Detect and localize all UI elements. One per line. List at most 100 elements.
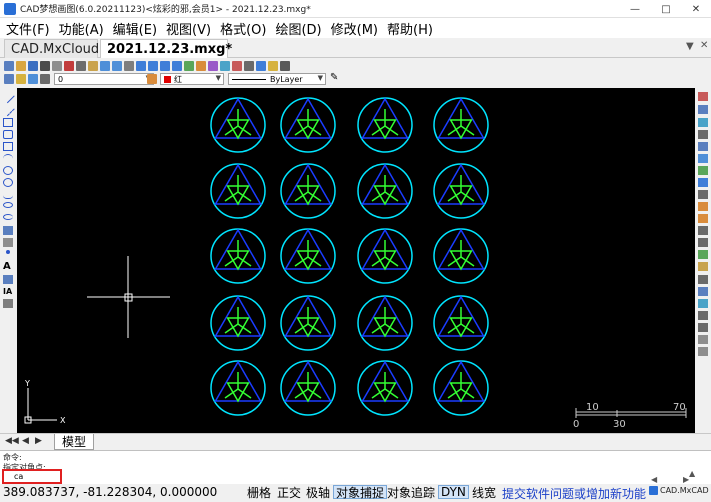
drawing-symbol[interactable] [210,163,266,219]
mirror-icon[interactable] [698,118,708,127]
redo-icon[interactable] [112,60,122,71]
scroll-left-icon[interactable]: ◀ [651,475,657,484]
scale-icon[interactable] [698,178,708,187]
polyline-icon[interactable] [3,118,13,127]
fillet-icon[interactable] [698,262,708,271]
insert-block-icon[interactable] [3,226,13,235]
drawing-canvas[interactable]: Y X 10 70 0 30 [17,88,695,433]
prev-layout-icon[interactable]: ◀ [22,436,29,446]
trim-icon[interactable] [698,202,708,211]
layer-lock-icon[interactable] [40,74,50,84]
drawing-symbol[interactable] [357,97,413,153]
area-icon[interactable] [698,335,708,344]
layer-previous-icon[interactable] [147,74,157,84]
osnap-toggle[interactable]: 对象捕捉 [333,485,388,500]
lengthen-icon[interactable] [698,299,708,308]
drawing-symbol[interactable] [357,295,413,351]
menu-modify[interactable]: 修改(M) [331,19,378,38]
menu-file[interactable]: 文件(F) [6,19,50,38]
revcloud-icon[interactable] [3,178,13,187]
linetype-combo[interactable]: ByLayer ▼ [228,73,326,85]
drawing-symbol[interactable] [280,360,336,416]
dyn-toggle[interactable]: DYN [438,485,469,499]
copy-object-icon[interactable] [698,105,708,114]
drawing-symbol[interactable] [210,97,266,153]
distance-icon[interactable] [698,347,708,356]
array-icon[interactable] [698,142,708,151]
tab-mxcloud[interactable]: CAD.MxCloud [4,39,99,58]
rectangle-icon[interactable] [3,142,13,151]
construction-line-icon[interactable] [1,102,15,117]
arc-icon[interactable] [3,154,13,163]
drawing-symbol[interactable] [210,360,266,416]
color-combo[interactable]: 红 ▼ [160,73,224,85]
hatch-icon[interactable] [3,275,13,284]
drawing-symbol[interactable] [280,295,336,351]
ellipse-icon[interactable] [3,202,13,208]
table-icon[interactable] [3,299,13,308]
minimize-icon[interactable]: — [620,0,650,18]
print-preview-icon[interactable] [52,60,62,71]
settings-icon[interactable] [280,60,290,71]
move-icon[interactable] [698,154,708,163]
drawing-symbol[interactable] [433,228,489,284]
measure-icon[interactable] [220,60,230,71]
drawing-symbol[interactable] [210,295,266,351]
command-input[interactable]: ca [2,469,62,484]
grid-toggle[interactable]: 栅格 [245,485,273,500]
drawing-symbol[interactable] [433,295,489,351]
layer-freeze-icon[interactable] [28,74,38,84]
pan-icon[interactable] [124,60,134,71]
point-icon[interactable] [6,250,10,254]
undo-icon[interactable] [100,60,110,71]
dimension-icon[interactable] [698,311,708,320]
zoom-realtime-icon[interactable] [136,60,146,71]
otrack-toggle[interactable]: 对象追踪 [385,485,437,500]
copy-icon[interactable] [76,60,86,71]
text-style-icon[interactable] [232,60,242,71]
join-icon[interactable] [698,238,708,247]
model-tab[interactable]: 模型 [54,434,94,450]
lineweight-toggle[interactable]: 线宽 [470,485,498,500]
drawing-symbol[interactable] [357,228,413,284]
menu-format[interactable]: 格式(O) [220,19,266,38]
drawing-symbol[interactable] [433,97,489,153]
scroll-right-icon[interactable]: ▶ [683,475,689,484]
maximize-icon[interactable]: □ [651,0,681,18]
menu-draw[interactable]: 绘图(D) [275,19,321,38]
break-icon[interactable] [698,226,708,235]
layer-manager-icon[interactable] [4,74,14,84]
tab-scroll-icon[interactable]: ▼ [686,41,694,52]
print-icon[interactable] [40,60,50,71]
circle-icon[interactable] [3,166,13,175]
drawing-symbol[interactable] [280,97,336,153]
spline-icon[interactable] [3,190,13,199]
feedback-link[interactable]: 提交软件问题或增加新功能 [502,485,646,502]
menu-function[interactable]: 功能(A) [59,19,104,38]
cut-icon[interactable] [64,60,74,71]
offset-icon[interactable] [698,130,708,139]
first-layout-icon[interactable]: ◀◀ [5,436,19,446]
dim-style-icon[interactable] [244,60,254,71]
ortho-toggle[interactable]: 正交 [275,485,303,500]
paste-icon[interactable] [88,60,98,71]
drawing-symbol[interactable] [280,228,336,284]
text-icon[interactable]: A [3,262,13,272]
open-icon[interactable] [16,60,26,71]
menu-edit[interactable]: 编辑(E) [113,19,157,38]
polygon-icon[interactable] [3,130,13,139]
layer-icon[interactable] [256,60,266,71]
mtext-icon[interactable]: IA [3,287,13,296]
line-icon[interactable] [1,89,15,104]
block-icon[interactable] [208,60,218,71]
rotate-icon[interactable] [698,166,708,175]
brush-icon[interactable]: ✎ [330,72,338,83]
drawing-symbol[interactable] [433,360,489,416]
drawing-symbol[interactable] [433,163,489,219]
ellipse-arc-icon[interactable] [3,214,13,220]
stretch-icon[interactable] [698,190,708,199]
drawing-symbol[interactable] [280,163,336,219]
leader-icon[interactable] [698,323,708,332]
zoom-extents-icon[interactable] [172,60,182,71]
drawing-symbol[interactable] [357,360,413,416]
